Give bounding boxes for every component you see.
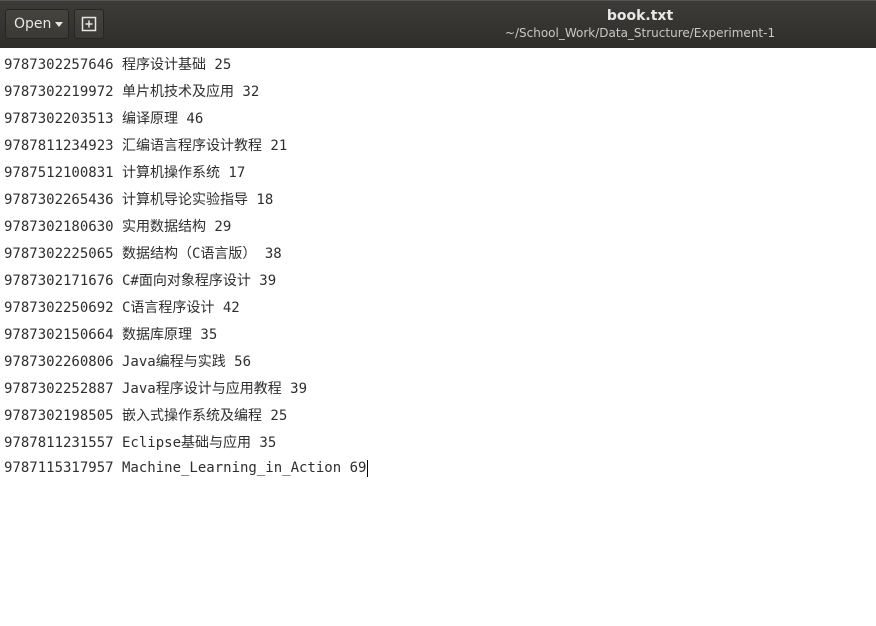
open-button[interactable]: Open (5, 9, 69, 39)
text-line[interactable]: 9787302198505 嵌入式操作系统及编程 25 (4, 403, 876, 430)
gedit-window: Open book.txt ~/School_Work/Data_Structu… (0, 0, 876, 626)
chevron-down-icon (55, 21, 64, 27)
text-line[interactable]: 9787811234923 汇编语言程序设计教程 21 (4, 133, 876, 160)
text-line[interactable]: 9787512100831 计算机操作系统 17 (4, 160, 876, 187)
title-block: book.txt ~/School_Work/Data_Structure/Ex… (440, 7, 840, 41)
text-line-current[interactable]: 9787115317957 Machine_Learning_in_Action… (4, 457, 876, 479)
text-line[interactable]: 9787811231557 Eclipse基础与应用 35 (4, 430, 876, 457)
document-title: book.txt (606, 8, 674, 24)
text-editor[interactable]: 9787302257646 程序设计基础 25 9787302219972 单片… (0, 48, 876, 626)
text-line[interactable]: 9787302265436 计算机导论实验指导 18 (4, 187, 876, 214)
text-line[interactable]: 9787302257646 程序设计基础 25 (4, 52, 876, 79)
text-line[interactable]: 9787302260806 Java编程与实践 56 (4, 349, 876, 376)
text-line[interactable]: 9787302180630 实用数据结构 29 (4, 214, 876, 241)
document-path: ~/School_Work/Data_Structure/Experiment-… (504, 26, 776, 40)
text-line[interactable]: 9787302252887 Java程序设计与应用教程 39 (4, 376, 876, 403)
new-document-icon (81, 16, 97, 32)
text-line[interactable]: 9787302203513 编译原理 46 (4, 106, 876, 133)
text-line[interactable]: 9787302171676 C#面向对象程序设计 39 (4, 268, 876, 295)
open-button-label: Open (14, 16, 52, 32)
text-line[interactable]: 9787302150664 数据库原理 35 (4, 322, 876, 349)
text-line[interactable]: 9787302219972 单片机技术及应用 32 (4, 79, 876, 106)
text-cursor (367, 459, 369, 477)
text-line: 9787115317957 Machine_Learning_in_Action… (4, 460, 367, 476)
text-line[interactable]: 9787302225065 数据结构（C语言版） 38 (4, 241, 876, 268)
header-bar: Open book.txt ~/School_Work/Data_Structu… (0, 0, 876, 48)
text-line[interactable]: 9787302250692 C语言程序设计 42 (4, 295, 876, 322)
new-document-button[interactable] (74, 9, 104, 39)
